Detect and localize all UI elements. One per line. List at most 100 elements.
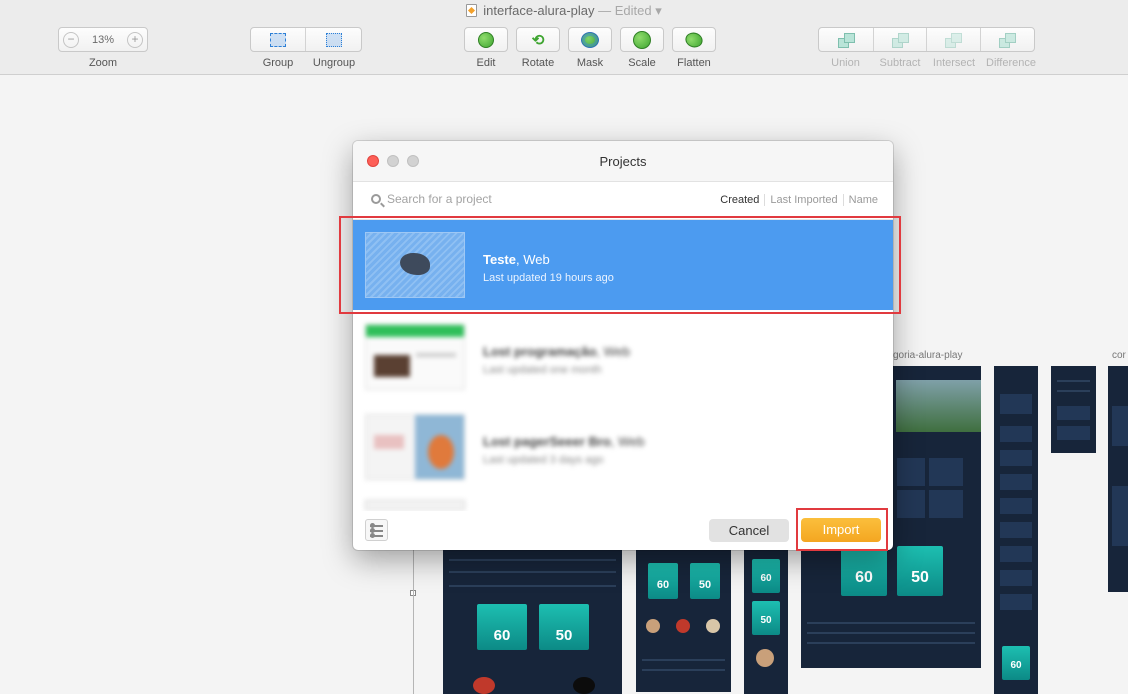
zoom-label: Zoom — [88, 57, 118, 69]
project-updated: Last updated 19 hours ago — [483, 272, 614, 284]
toolbar: interface-alura-play — Edited ▾ − 13% + … — [0, 0, 1128, 75]
sort-tab-name[interactable]: Name — [842, 194, 883, 206]
chevron-down-icon[interactable]: ▾ — [652, 3, 662, 18]
zoom-out-button[interactable]: − — [63, 31, 79, 48]
group-button[interactable] — [251, 28, 307, 51]
mask-icon — [581, 31, 599, 48]
difference-button[interactable] — [981, 28, 1035, 51]
ungroup-button[interactable] — [306, 28, 361, 51]
project-search-input[interactable] — [387, 192, 667, 206]
artboard-label: cor — [1112, 350, 1126, 361]
project-name: Teste — [483, 252, 516, 267]
search-bar: Created Last Imported Name — [353, 182, 893, 220]
group-label: Group — [262, 57, 294, 69]
subtract-button[interactable] — [874, 28, 927, 51]
project-row-selected[interactable]: Teste, Web Last updated 19 hours ago — [353, 220, 893, 310]
intersect-label: Intersect — [932, 57, 976, 69]
intersect-icon — [945, 32, 963, 48]
price-card: 50 — [539, 604, 589, 650]
scale-icon — [633, 30, 651, 49]
mask-button[interactable] — [568, 27, 612, 52]
project-name: Lost programação — [483, 344, 597, 359]
artboard[interactable]: 60 — [994, 366, 1038, 694]
search-icon — [371, 194, 381, 204]
subtract-label: Subtract — [879, 57, 921, 69]
artboard-label: goria-alura-play — [893, 350, 963, 361]
project-thumbnail — [365, 414, 465, 480]
blob-shape-icon — [400, 253, 430, 275]
project-list: Teste, Web Last updated 19 hours ago Los… — [353, 220, 893, 511]
rotate-icon: ⟲ — [531, 31, 545, 49]
project-title: Lost pagerSeeer Bro, Web — [483, 434, 645, 449]
zoom-control: − 13% + — [58, 27, 148, 52]
projects-dialog: Projects Created Last Imported Name Test… — [353, 141, 893, 550]
artboard[interactable]: 60 50 — [443, 549, 622, 694]
project-row[interactable]: Lost programação, Web Last updated one m… — [353, 312, 893, 402]
import-button[interactable]: Import — [801, 518, 881, 542]
project-thumbnail — [365, 500, 465, 510]
sort-tab-last-imported[interactable]: Last Imported — [764, 194, 842, 206]
price-card: 60 — [648, 563, 678, 599]
project-row[interactable]: Lost pagerSeeer Bro, Web Last updated 3 … — [353, 402, 893, 492]
edit-icon — [478, 31, 494, 48]
rotate-label: Rotate — [521, 57, 555, 69]
zoom-value: 13% — [91, 33, 115, 46]
flatten-icon — [683, 28, 705, 51]
union-icon — [837, 32, 855, 48]
cancel-button[interactable]: Cancel — [709, 519, 789, 542]
project-platform: , Web — [596, 344, 631, 359]
sketch-document-icon — [466, 4, 478, 17]
difference-label: Difference — [986, 57, 1036, 69]
dialog-titlebar: Projects — [353, 141, 893, 182]
artboard[interactable]: 60 50 — [744, 549, 788, 694]
flatten-button[interactable] — [672, 27, 716, 52]
boolean-controls — [818, 27, 1035, 52]
price-card: 60 — [477, 604, 527, 650]
project-updated: Last updated 3 days ago — [483, 454, 604, 466]
sort-tab-created[interactable]: Created — [715, 194, 764, 206]
price-card: 50 — [897, 546, 943, 596]
mask-label: Mask — [576, 57, 604, 69]
union-label: Union — [831, 57, 860, 69]
artboard[interactable]: 60 50 — [636, 549, 731, 692]
dialog-title: Projects — [599, 154, 647, 169]
project-platform: , Web — [516, 252, 550, 267]
price-card: 50 — [752, 601, 780, 635]
project-title: Teste, Web — [483, 252, 550, 267]
zoom-in-button[interactable]: + — [127, 31, 143, 48]
price-card: 60 — [1002, 646, 1030, 680]
project-platform: , Web — [610, 434, 645, 449]
project-title: Lost programação, Web — [483, 344, 630, 359]
group-icon — [270, 32, 286, 47]
flatten-label: Flatten — [677, 57, 711, 69]
price-card: 60 — [752, 559, 780, 593]
union-button[interactable] — [819, 28, 874, 51]
document-title: interface-alura-play — Edited ▾ — [0, 3, 1128, 19]
project-row[interactable] — [353, 492, 893, 511]
ungroup-label: Ungroup — [312, 57, 356, 69]
selection-outline — [413, 550, 414, 694]
dialog-footer: Cancel Import — [353, 511, 893, 550]
intersect-button[interactable] — [927, 28, 981, 51]
project-thumbnail — [365, 232, 465, 298]
document-status: — Edited — [594, 3, 652, 18]
sort-tabs: Created Last Imported Name — [715, 194, 883, 206]
scale-button[interactable] — [620, 27, 664, 52]
artboard[interactable] — [1051, 366, 1096, 453]
edit-button[interactable] — [464, 27, 508, 52]
project-name: Lost pagerSeeer Bro — [483, 434, 611, 449]
settings-sliders-button[interactable] — [365, 519, 388, 541]
scale-label: Scale — [628, 57, 656, 69]
project-thumbnail — [365, 324, 465, 390]
document-name: interface-alura-play — [483, 3, 595, 18]
group-controls — [250, 27, 362, 52]
artboard[interactable] — [1108, 366, 1128, 592]
ungroup-icon — [325, 32, 342, 47]
project-updated: Last updated one month — [483, 364, 602, 376]
subtract-icon — [891, 32, 909, 48]
rotate-button[interactable]: ⟲ — [516, 27, 560, 52]
difference-icon — [999, 32, 1017, 48]
edit-label: Edit — [476, 57, 496, 69]
price-card: 60 — [841, 546, 887, 596]
price-card: 50 — [690, 563, 720, 599]
